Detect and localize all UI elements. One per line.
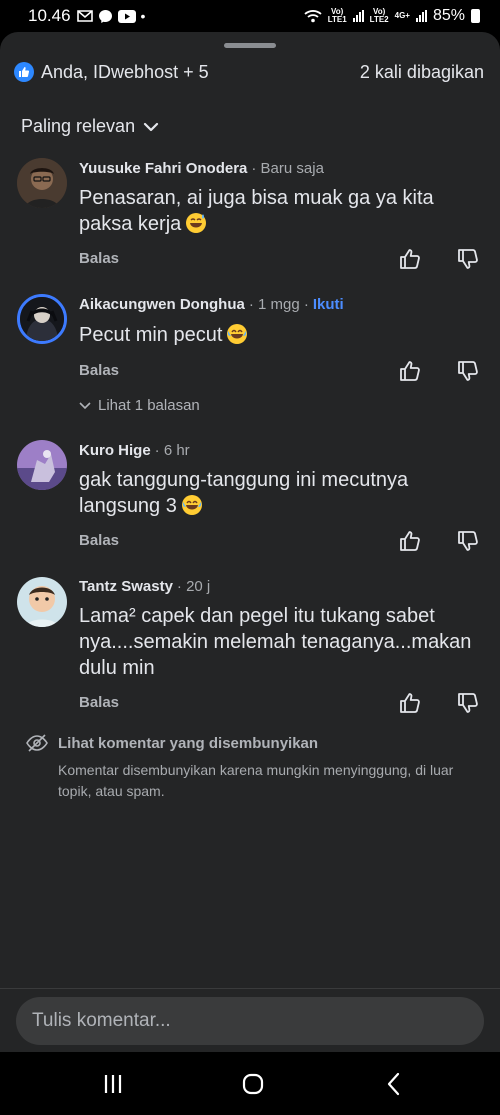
signal-icon: [352, 10, 364, 22]
comment-header: Yuusuke Fahri Onodera · Baru saja: [79, 160, 324, 177]
sim1-label: Vo) LTE1: [328, 8, 347, 24]
back-icon[interactable]: [380, 1070, 408, 1098]
reactions-summary[interactable]: Anda, IDwebhost + 5: [14, 62, 209, 83]
comment-text-content: Penasaran, ai juga bisa muak ga ya kita …: [79, 187, 434, 235]
comment-author[interactable]: Aikacungwen Donghua: [79, 296, 245, 313]
messenger-icon: [98, 9, 112, 23]
gmail-icon: [76, 10, 93, 22]
tears-of-joy-emoji-icon: [227, 324, 248, 344]
view-replies-button[interactable]: Lihat 1 balasan: [79, 397, 200, 414]
comment-author[interactable]: Kuro Hige: [79, 442, 151, 459]
like-reaction-icon: [14, 62, 34, 82]
tears-of-joy-emoji-icon: [181, 495, 202, 515]
avatar[interactable]: [17, 158, 67, 208]
avatar[interactable]: [17, 577, 67, 627]
status-right: Vo) LTE1 Vo) LTE2 4G+ 85%: [304, 7, 480, 25]
sort-label: Paling relevan: [21, 116, 136, 136]
comment-text: gak tanggung-tanggung ini mecutnya langs…: [79, 467, 489, 519]
signal-icon-2: [415, 10, 427, 22]
hidden-comments-title: Lihat komentar yang disembunyikan: [58, 734, 319, 752]
thumbs-down-icon[interactable]: [456, 529, 480, 553]
sim2-bottom: LTE2: [369, 15, 389, 24]
sim2-label: Vo) LTE2: [370, 8, 389, 24]
reply-button[interactable]: Balas: [79, 694, 119, 711]
comment-text: Pecut min pecut: [79, 322, 489, 348]
sort-dropdown[interactable]: Paling relevan: [21, 116, 159, 137]
notification-icons: •: [76, 8, 146, 24]
battery-icon: [471, 9, 480, 23]
comment-text-content: gak tanggung-tanggung ini mecutnya langs…: [79, 469, 409, 517]
comment-time: · 1 mgg ·: [248, 296, 309, 313]
thumbs-up-icon[interactable]: [398, 247, 422, 271]
comment-time: · 6 hr: [154, 442, 190, 459]
reactions-row[interactable]: Anda, IDwebhost + 5 2 kali dibagikan: [14, 60, 484, 84]
status-left: 10.46 •: [28, 6, 145, 26]
navigation-bar: [0, 1052, 500, 1115]
comment-text: Lama² capek dan pegel itu tukang sabet n…: [79, 603, 489, 681]
comments-sheet: Anda, IDwebhost + 5 2 kali dibagikan Pal…: [0, 32, 500, 1052]
drag-handle[interactable]: [224, 43, 276, 48]
thumbs-down-icon[interactable]: [456, 691, 480, 715]
comment-header: Tantz Swasty · 20 j: [79, 578, 210, 595]
comment-text: Penasaran, ai juga bisa muak ga ya kita …: [79, 185, 489, 237]
recent-apps-icon[interactable]: [99, 1070, 127, 1098]
avatar[interactable]: [17, 294, 67, 344]
status-dot: •: [140, 8, 146, 24]
eye-off-icon: [26, 734, 48, 752]
reply-button[interactable]: Balas: [79, 250, 119, 267]
comment-input[interactable]: Tulis komentar...: [16, 997, 484, 1045]
status-time: 10.46: [28, 6, 71, 25]
comment-author[interactable]: Tantz Swasty: [79, 578, 173, 595]
thumbs-down-icon[interactable]: [456, 359, 480, 383]
sweat-smile-emoji-icon: [186, 213, 207, 233]
chevron-down-icon: [143, 122, 159, 131]
thumbs-up-icon[interactable]: [398, 359, 422, 383]
home-icon[interactable]: [239, 1070, 267, 1098]
sim1-bottom: LTE1: [327, 15, 347, 24]
comment-time: · Baru saja: [251, 160, 324, 177]
chevron-down-icon: [79, 401, 91, 409]
hidden-comments-description: Komentar disembunyikan karena mungkin me…: [58, 762, 454, 799]
reply-button[interactable]: Balas: [79, 362, 119, 379]
thumbs-up-icon[interactable]: [398, 529, 422, 553]
comment-author[interactable]: Yuusuke Fahri Onodera: [79, 160, 247, 177]
reactions-names: Anda, IDwebhost + 5: [41, 61, 209, 82]
youtube-icon: [117, 9, 136, 23]
thumbs-down-icon[interactable]: [456, 247, 480, 271]
shares-count[interactable]: 2 kali dibagikan: [360, 62, 484, 83]
comment-header: Aikacungwen Donghua · 1 mgg · Ikuti: [79, 296, 344, 313]
status-bar: 10.46 • Vo) LTE1 Vo) LTE2 4G+ 85%: [0, 0, 500, 32]
battery-percent: 85%: [432, 7, 465, 24]
reply-button[interactable]: Balas: [79, 532, 119, 549]
view-replies-label: Lihat 1 balasan: [98, 397, 200, 414]
comment-header: Kuro Hige · 6 hr: [79, 442, 190, 459]
avatar[interactable]: [17, 440, 67, 490]
thumbs-up-icon[interactable]: [398, 691, 422, 715]
network-type: 4G+: [394, 11, 410, 20]
comment-text-content: Pecut min pecut: [79, 324, 223, 346]
composer-area: Tulis komentar...: [0, 988, 500, 1052]
follow-button[interactable]: Ikuti: [313, 296, 344, 313]
comment-time: · 20 j: [176, 578, 211, 595]
comment-text-content: Lama² capek dan pegel itu tukang sabet n…: [79, 605, 472, 679]
wifi-icon: [304, 10, 322, 23]
view-hidden-comments-button[interactable]: Lihat komentar yang disembunyikan: [26, 734, 318, 752]
